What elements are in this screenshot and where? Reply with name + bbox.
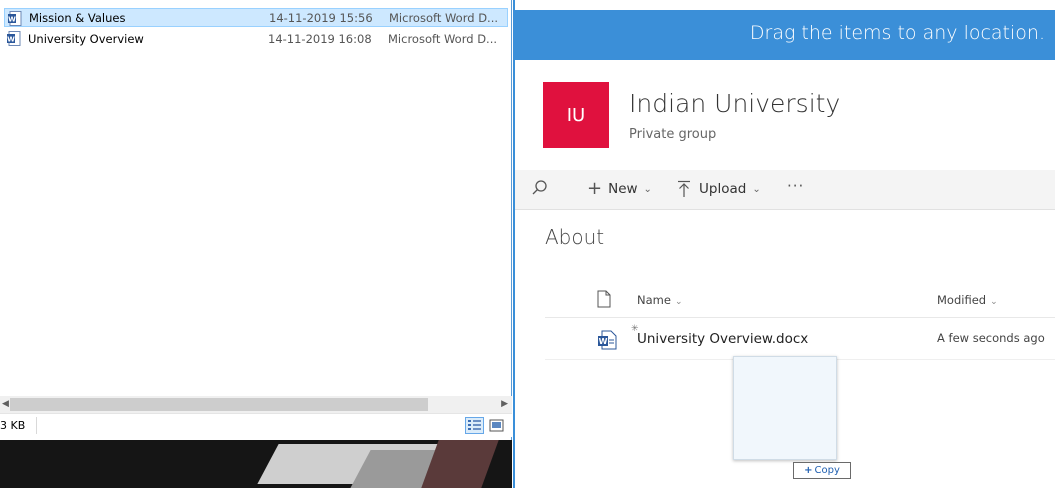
word-doc-icon: W	[7, 31, 21, 46]
drag-banner-message: Drag the items to any location.	[749, 22, 1045, 44]
group-privacy: Private group	[629, 127, 717, 142]
document-modified: A few seconds ago	[937, 331, 1045, 345]
svg-text:W: W	[8, 16, 16, 24]
file-date: 14-11-2019 15:56	[269, 10, 373, 25]
details-view-button[interactable]	[465, 417, 484, 434]
file-date: 14-11-2019 16:08	[268, 31, 372, 46]
chevron-down-icon: ⌄	[643, 183, 652, 195]
file-explorer-window: W Mission & Values 14-11-2019 15:56 Micr…	[0, 0, 512, 440]
new-label: New	[608, 181, 638, 197]
library-title: About	[545, 225, 605, 249]
scroll-right-icon[interactable]: ▶	[501, 399, 508, 409]
file-name: University Overview	[28, 31, 144, 46]
drag-banner: Drag the items to any location.	[515, 10, 1055, 60]
document-list-header: Name ⌄ Modified ⌄	[545, 286, 1055, 318]
more-commands-button[interactable]: ···	[787, 177, 804, 195]
scroll-left-icon[interactable]: ◀	[2, 399, 9, 409]
drag-ghost-preview	[733, 356, 837, 460]
status-bar: 3 KB	[0, 413, 512, 437]
screen: W Mission & Values 14-11-2019 15:56 Micr…	[0, 0, 1055, 488]
horizontal-scrollbar[interactable]: ◀ ▶	[0, 396, 512, 413]
group-initials: IU	[566, 104, 586, 126]
scrollbar-thumb[interactable]	[10, 398, 428, 411]
drag-copy-tooltip: + Copy	[793, 462, 851, 479]
chevron-down-icon: ⌄	[674, 297, 683, 307]
plus-icon: +	[587, 178, 603, 199]
group-name[interactable]: Indian University	[629, 89, 840, 118]
document-name-link[interactable]: University Overview.docx	[637, 331, 808, 347]
chevron-down-icon: ⌄	[752, 183, 761, 195]
file-type: Microsoft Word D...	[389, 10, 499, 25]
drag-copy-label: Copy	[814, 465, 840, 476]
svg-text:W: W	[7, 36, 15, 44]
file-row-university-overview[interactable]: W University Overview 14-11-2019 16:08 M…	[4, 29, 508, 48]
file-type: Microsoft Word D...	[388, 31, 498, 46]
file-row-mission-values[interactable]: W Mission & Values 14-11-2019 15:56 Micr…	[4, 8, 508, 27]
details-view-icon	[468, 420, 481, 430]
word-doc-icon: W	[598, 330, 617, 350]
browser-top-edge	[515, 0, 1055, 10]
status-divider	[36, 417, 37, 434]
sharepoint-browser-window: Drag the items to any location. IU India…	[513, 0, 1055, 488]
chevron-down-icon: ⌄	[990, 297, 998, 307]
column-header-name[interactable]: Name ⌄	[637, 293, 682, 307]
command-bar: + New ⌄ Upload ⌄ ···	[515, 170, 1055, 210]
file-type-icon[interactable]	[597, 290, 611, 308]
column-header-modified[interactable]: Modified ⌄	[937, 293, 998, 307]
group-logo-tile[interactable]: IU	[543, 82, 609, 148]
desktop-wallpaper	[0, 440, 512, 488]
new-button[interactable]: + New ⌄	[587, 180, 652, 198]
selected-size: 3 KB	[0, 419, 26, 432]
document-row[interactable]: W ✳ University Overview.docx A few secon…	[545, 320, 1055, 360]
search-icon	[532, 180, 547, 195]
plus-icon: +	[804, 465, 813, 476]
search-button[interactable]	[531, 179, 549, 197]
upload-button[interactable]: Upload ⌄	[677, 180, 761, 198]
upload-arrow-icon	[678, 180, 690, 197]
large-icons-view-icon	[489, 419, 504, 432]
file-name: Mission & Values	[29, 10, 126, 25]
large-icons-view-button[interactable]	[487, 417, 506, 434]
upload-label: Upload	[699, 181, 747, 197]
word-doc-icon: W	[8, 11, 22, 26]
svg-text:W: W	[599, 337, 608, 346]
